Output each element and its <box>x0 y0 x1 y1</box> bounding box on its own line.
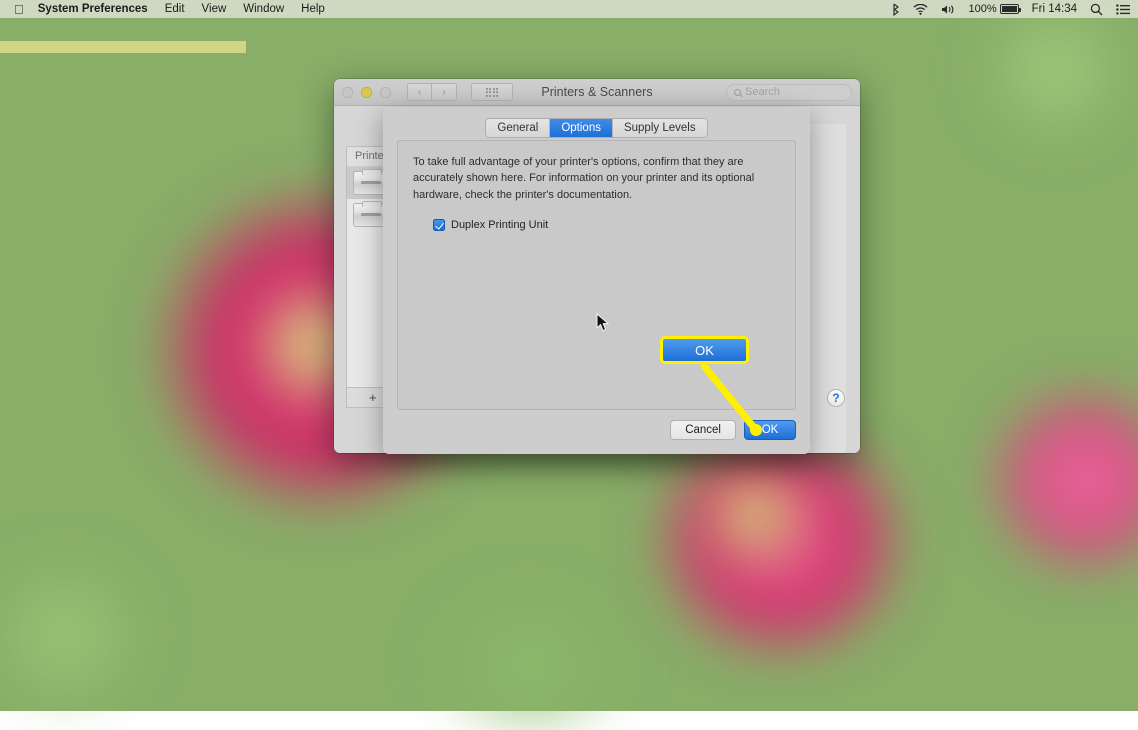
wallpaper-blob <box>990 390 1138 570</box>
menu-item-help[interactable]: Help <box>301 3 325 15</box>
printer-icon <box>353 171 387 195</box>
menu-item-view[interactable]: View <box>202 3 227 15</box>
help-button[interactable]: ? <box>827 389 845 407</box>
bluetooth-icon[interactable] <box>892 3 900 16</box>
screenshot-artifact-bar <box>0 41 246 53</box>
menu-item-system-preferences[interactable]: System Preferences <box>38 3 148 15</box>
menu-bar-status-area: 100% Fri 14:34 <box>892 3 1130 16</box>
spotlight-search-icon[interactable] <box>1090 3 1103 16</box>
page-title: Printers & Scanners <box>334 85 860 99</box>
window-title-bar[interactable]: ‹ › Printers & Scanners Search <box>334 79 860 106</box>
battery-status[interactable]: 100% <box>968 3 1018 15</box>
volume-icon[interactable] <box>941 4 955 15</box>
tab-supply-levels[interactable]: Supply Levels <box>613 119 707 137</box>
tab-group: General Options Supply Levels <box>485 118 707 138</box>
tab-options[interactable]: Options <box>550 119 613 137</box>
cancel-button[interactable]: Cancel <box>670 420 736 440</box>
duplex-printing-unit-row[interactable]: Duplex Printing Unit <box>433 219 780 231</box>
sheet-tab-bar: General Options Supply Levels <box>383 107 810 138</box>
wifi-icon[interactable] <box>913 4 928 15</box>
options-description-text: To take full advantage of your printer's… <box>413 154 780 203</box>
tab-general[interactable]: General <box>486 119 550 137</box>
wallpaper-blob <box>0 560 150 710</box>
printer-options-sheet: General Options Supply Levels To take fu… <box>383 107 810 454</box>
battery-percent-label: 100% <box>968 3 996 15</box>
sheet-button-row: Cancel OK <box>670 420 796 440</box>
duplex-printing-unit-checkbox[interactable] <box>433 219 445 231</box>
wallpaper-blob <box>700 470 810 560</box>
battery-icon <box>1000 4 1019 14</box>
menu-item-window[interactable]: Window <box>243 3 284 15</box>
notification-center-icon[interactable] <box>1116 4 1130 15</box>
annotation-callout-ok: OK <box>660 336 749 364</box>
menu-item-edit[interactable]: Edit <box>165 3 185 15</box>
ok-button[interactable]: OK <box>744 420 796 440</box>
annotation-callout-label: OK <box>695 343 714 358</box>
search-icon <box>734 89 741 96</box>
options-content-box: To take full advantage of your printer's… <box>397 140 796 410</box>
menu-bar:  System Preferences Edit View Window He… <box>0 0 1138 18</box>
printer-icon <box>353 203 387 227</box>
mouse-cursor <box>596 313 610 333</box>
wallpaper-blob <box>980 0 1130 140</box>
duplex-printing-unit-label: Duplex Printing Unit <box>451 219 548 231</box>
apple-menu-icon[interactable]:  <box>14 3 24 16</box>
menu-bar-clock[interactable]: Fri 14:34 <box>1032 3 1077 15</box>
